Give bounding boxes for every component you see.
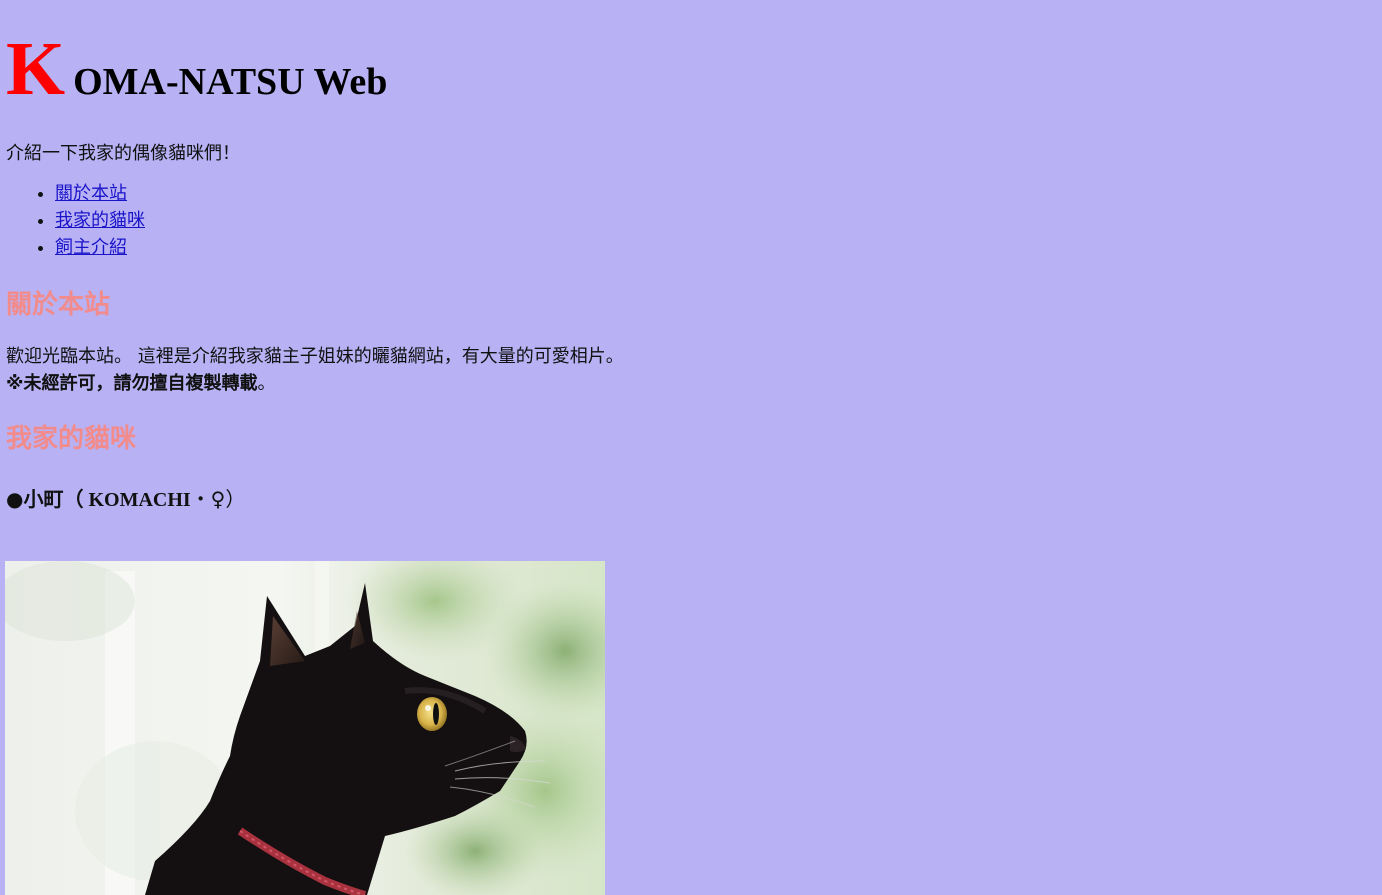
nav-item-owner: 飼主介紹	[55, 234, 1376, 261]
intro-text: 介紹一下我家的偶像貓咪們！	[6, 143, 240, 164]
cat-komachi-heading: ●小町（ KOMACHI・♀）	[6, 479, 1376, 519]
cat-komachi-prefix: ●小町（	[6, 487, 84, 511]
nav-list: 關於本站 我家的貓咪 飼主介紹	[6, 180, 1376, 261]
copyright-notice: ※未經許可，請勿擅自複製轉載	[6, 373, 258, 394]
nav-item-cats: 我家的貓咪	[55, 207, 1376, 234]
nav-link-owner[interactable]: 飼主介紹	[55, 237, 127, 258]
about-paragraph: 歡迎光臨本站。 這裡是介紹我家貓主子姐妹的曬貓網站，有大量的可愛相片。 ※未經許可…	[6, 343, 1376, 397]
cat-komachi-photo	[5, 561, 605, 895]
cat-komachi-separator: ・	[190, 487, 211, 511]
female-symbol-icon: ♀	[210, 487, 226, 511]
page: KOMA-NATSU Web 介紹一下我家的偶像貓咪們！ 關於本站 我家的貓咪 …	[0, 0, 1382, 895]
site-title: K OMA-NATSU Web	[6, 28, 1376, 110]
cats-heading: 我家的貓咪	[6, 424, 137, 454]
nav-link-about[interactable]: 關於本站	[55, 183, 127, 204]
about-heading: 關於本站	[6, 290, 111, 320]
nav-link-cats[interactable]: 我家的貓咪	[55, 210, 145, 231]
site-title-rest: OMA-NATSU Web	[73, 61, 388, 103]
nav-item-about: 關於本站	[55, 180, 1376, 207]
cat-komachi-suffix: ）	[225, 487, 246, 511]
cat-komachi-latin-name: KOMACHI	[83, 489, 191, 511]
site-title-initial: K	[6, 27, 66, 111]
copyright-notice-end: 。	[257, 373, 276, 394]
about-text: 歡迎光臨本站。 這裡是介紹我家貓主子姐妹的曬貓網站，有大量的可愛相片。	[6, 346, 624, 367]
